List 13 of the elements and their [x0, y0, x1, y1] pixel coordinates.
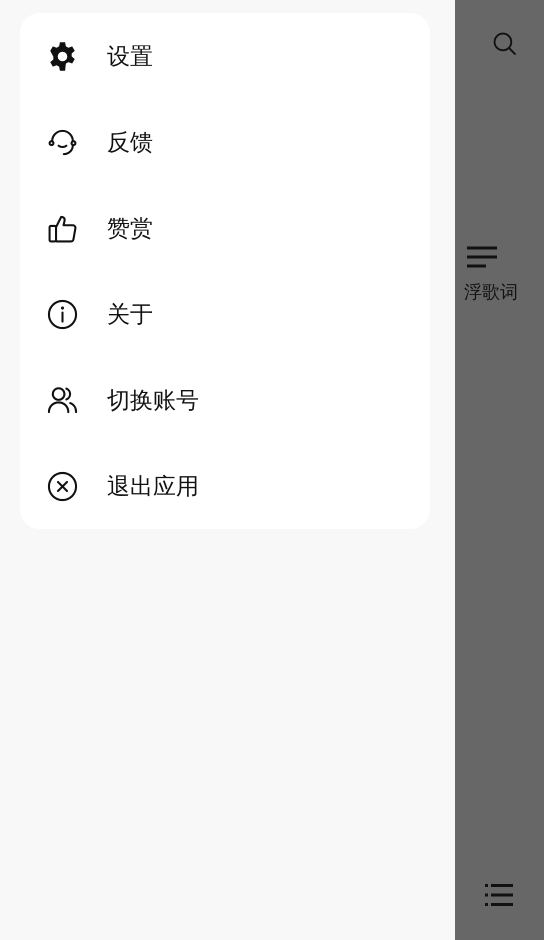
lines-icon[interactable] [467, 246, 497, 268]
search-icon[interactable] [492, 31, 517, 56]
menu-item[interactable]: 赞赏 [47, 185, 430, 271]
list-icon[interactable] [485, 884, 513, 906]
menu-item[interactable]: 切换账号 [47, 357, 430, 443]
menu-item[interactable]: 反馈 [47, 99, 430, 185]
menu-item[interactable]: 设置 [47, 13, 430, 99]
users-icon [47, 384, 78, 416]
close-icon [47, 470, 78, 502]
info-icon [47, 298, 78, 330]
menu-item[interactable]: 退出应用 [47, 443, 430, 529]
menu-item[interactable]: 关于 [47, 271, 430, 357]
lyrics-label: 浮歌词 [464, 281, 519, 304]
